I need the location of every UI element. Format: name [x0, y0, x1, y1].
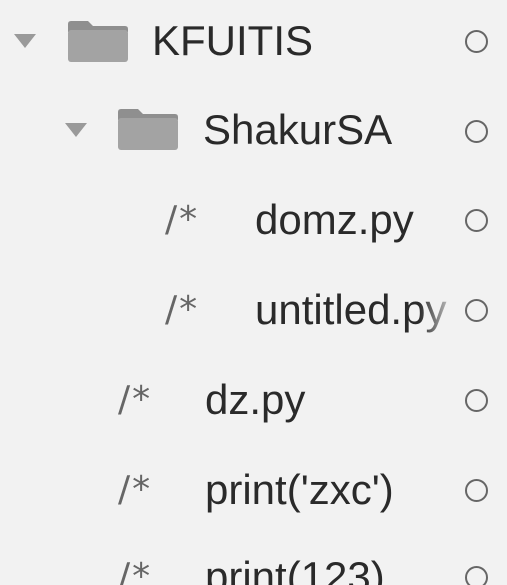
circle-outline-icon: [465, 566, 488, 585]
file-label: domz.py: [255, 196, 414, 243]
folder-label: ShakurSA: [203, 106, 393, 153]
file-tree: KFUITIS ShakurSA /* domz.py /* untitled.…: [0, 0, 507, 585]
file-comment-icon: /*: [165, 289, 200, 330]
folder-icon: [116, 106, 180, 152]
file-comment-icon: /*: [118, 469, 153, 510]
tree-row-file[interactable]: /* print(123): [0, 534, 507, 585]
tree-row-file[interactable]: /* domz.py: [0, 174, 507, 264]
tree-row-sub-folder[interactable]: ShakurSA: [0, 86, 507, 176]
tree-row-file[interactable]: /* untitled.py: [0, 264, 507, 354]
file-label: print('zxc'): [205, 466, 394, 513]
circle-outline-icon: [465, 299, 488, 322]
file-label: dz.py: [205, 376, 306, 423]
tree-row-root-folder[interactable]: KFUITIS: [0, 0, 507, 90]
tree-row-file[interactable]: /* dz.py: [0, 354, 507, 444]
circle-outline-icon: [465, 120, 488, 143]
chevron-down-icon[interactable]: [14, 34, 36, 48]
file-comment-icon: /*: [118, 556, 153, 585]
circle-outline-icon: [465, 479, 488, 502]
circle-outline-icon: [465, 30, 488, 53]
circle-outline-icon: [465, 389, 488, 412]
file-label: print(123): [205, 553, 385, 585]
chevron-down-icon[interactable]: [65, 123, 87, 137]
tree-row-file[interactable]: /* print('zxc'): [0, 444, 507, 534]
folder-icon: [66, 18, 130, 64]
file-comment-icon: /*: [118, 379, 153, 420]
folder-label: KFUITIS: [152, 17, 314, 64]
file-comment-icon: /*: [165, 199, 200, 240]
file-label: untitled.py: [255, 286, 447, 333]
circle-outline-icon: [465, 209, 488, 232]
